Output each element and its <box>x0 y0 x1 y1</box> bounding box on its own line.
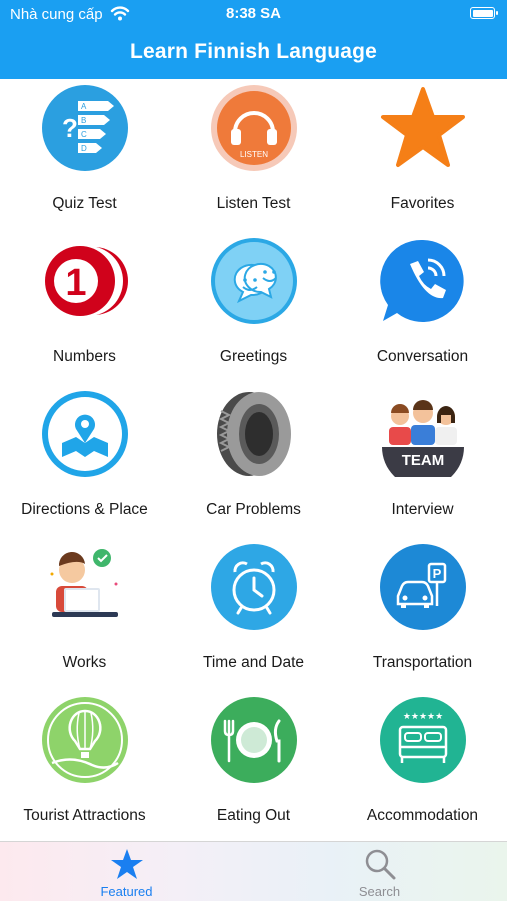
laptop-worker-icon <box>50 549 118 617</box>
svg-text:B: B <box>81 116 86 125</box>
category-conversation[interactable]: Conversation <box>338 232 507 385</box>
team-icon-text: TEAM <box>402 452 445 469</box>
tab-label: Featured <box>100 884 153 899</box>
category-label: Eating Out <box>216 806 291 824</box>
number-icon-text: 1 <box>65 262 86 304</box>
tab-featured[interactable]: Featured <box>0 842 253 901</box>
alarm-clock-icon <box>211 544 297 630</box>
phone-chat-icon <box>380 239 464 322</box>
plate-cutlery-icon <box>211 697 297 783</box>
category-label: Car Problems <box>206 500 301 518</box>
category-label: Transportation <box>372 653 473 671</box>
category-greetings[interactable]: Greetings <box>169 232 338 385</box>
category-label: Time and Date <box>202 653 305 671</box>
quiz-icon: ? A B C D <box>42 85 128 171</box>
tab-bar: Featured Search <box>0 841 507 901</box>
hot-air-balloon-icon <box>42 697 128 783</box>
battery-icon <box>470 7 498 19</box>
tab-search[interactable]: Search <box>253 842 506 901</box>
svg-text:?: ? <box>62 113 78 143</box>
category-label: Works <box>62 653 107 671</box>
category-quiz-test[interactable]: ? A B C D Quiz Test <box>0 79 169 232</box>
category-grid: ? A B C D Quiz Test LISTEN Listen Test F… <box>0 79 507 841</box>
category-label: Interview <box>391 500 454 518</box>
category-favorites[interactable]: Favorites <box>338 79 507 232</box>
number-one-icon: 1 <box>45 246 128 316</box>
listen-icon-text: LISTEN <box>240 150 268 159</box>
svg-text:A: A <box>81 102 87 111</box>
category-eating-out[interactable]: Eating Out <box>169 691 338 841</box>
category-label: Conversation <box>376 347 469 365</box>
tab-label: Search <box>358 884 401 899</box>
category-tourist-attractions[interactable]: Tourist Attractions <box>0 691 169 841</box>
tire-icon <box>217 392 291 476</box>
status-time: 8:38 SA <box>225 5 282 22</box>
category-label: Tourist Attractions <box>23 806 146 824</box>
category-label: Favorites <box>390 194 455 212</box>
team-icon: TEAM <box>380 391 466 477</box>
category-label: Accommodation <box>366 806 479 824</box>
svg-text:C: C <box>81 130 87 139</box>
category-time-and-date[interactable]: Time and Date <box>169 538 338 691</box>
hotel-stars-text: ★★★★★ <box>403 712 443 722</box>
star-icon <box>381 87 465 167</box>
category-transportation[interactable]: P Transportation <box>338 538 507 691</box>
category-car-problems[interactable]: Car Problems <box>169 385 338 538</box>
category-numbers[interactable]: 1 Numbers <box>0 232 169 385</box>
category-interview[interactable]: TEAM Interview <box>338 385 507 538</box>
smiley-chat-icon <box>211 238 297 324</box>
search-icon <box>365 849 396 880</box>
headphones-icon: LISTEN <box>211 85 297 171</box>
status-bar: Nhà cung cấp 8:38 SA <box>0 0 507 28</box>
category-label: Quiz Test <box>52 194 117 212</box>
hotel-bed-icon: ★★★★★ <box>380 697 466 783</box>
category-works[interactable]: Works <box>0 538 169 691</box>
page-title: Learn Finnish Language <box>129 40 378 63</box>
svg-text:D: D <box>81 144 87 153</box>
map-pin-icon <box>42 391 128 477</box>
category-label: Greetings <box>219 347 288 365</box>
category-directions-place[interactable]: Directions & Place <box>0 385 169 538</box>
category-label: Listen Test <box>216 194 291 212</box>
category-label: Numbers <box>53 347 116 365</box>
star-icon <box>111 849 143 879</box>
category-label: Directions & Place <box>21 500 148 518</box>
car-parking-icon: P <box>380 544 466 630</box>
category-accommodation[interactable]: ★★★★★ Accommodation <box>338 691 507 841</box>
header-bar: Nhà cung cấp 8:38 SA Learn Finnish Langu… <box>0 0 507 79</box>
parking-icon-text: P <box>433 566 442 581</box>
category-listen-test[interactable]: LISTEN Listen Test <box>169 79 338 232</box>
